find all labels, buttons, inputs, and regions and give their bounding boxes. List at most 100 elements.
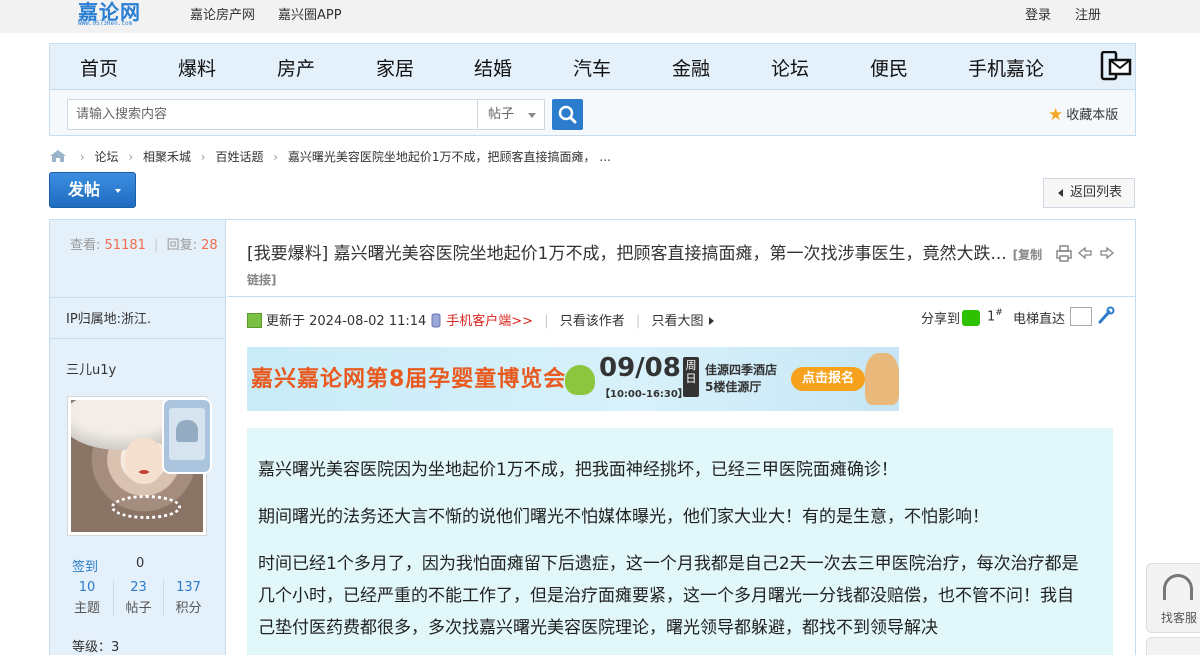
signin-link[interactable]: 签到: [72, 556, 98, 575]
favorite-board-link[interactable]: ★ 收藏本版: [1048, 104, 1118, 125]
mobile-mail-icon[interactable]: [1096, 51, 1132, 81]
thread-title-text: [我要爆料] 嘉兴曙光美容医院坐地起价1万不成，把顾客直接搞面瘫，第一次找涉事医…: [247, 244, 1007, 264]
star-icon: ★: [1048, 105, 1064, 125]
post-content: [我要爆料] 嘉兴曙光美容医院坐地起价1万不成，把顾客直接搞面瘫，第一次找涉事医…: [227, 220, 1135, 655]
register-link[interactable]: 注册: [1075, 4, 1101, 23]
search-bar: 帖子 ★收藏本版: [49, 89, 1136, 136]
dinosaur-icon: [565, 365, 595, 395]
meta-divider: |: [544, 314, 549, 329]
banner-venue: 佳源四季酒店: [705, 363, 778, 377]
stat-label: 主题: [73, 601, 100, 616]
search-input[interactable]: [67, 99, 477, 130]
views-count: 51181: [104, 238, 146, 253]
breadcrumb-board-group[interactable]: 相聚禾城: [143, 150, 191, 164]
replies-count: 28: [201, 238, 218, 253]
nav-item-house[interactable]: 房产: [277, 54, 315, 81]
nav-item-news[interactable]: 爆料: [178, 54, 216, 81]
author-username[interactable]: 三儿u1y: [66, 359, 116, 378]
stats-divider: |: [154, 238, 159, 253]
new-post-button[interactable]: 发帖: [49, 172, 136, 208]
floating-tool-button[interactable]: [1146, 637, 1200, 655]
nav-item-services[interactable]: 便民: [870, 54, 908, 81]
banner-signup-button[interactable]: 点击报名: [791, 367, 865, 391]
user-level: 等级：3: [72, 640, 120, 655]
home-icon[interactable]: [50, 150, 66, 162]
signin-count: 0: [136, 556, 145, 571]
breadcrumb-separator: ›: [79, 150, 85, 164]
print-icon[interactable]: [1056, 245, 1072, 262]
chevron-down-icon: [115, 189, 121, 193]
breadcrumb-separator: ›: [273, 150, 279, 164]
replies-label: 回复:: [166, 238, 197, 253]
login-link[interactable]: 登录: [1025, 4, 1051, 23]
author-sidebar: 查看: 51181 | 回复: 28 IP归属地:浙江. 三儿u1y 签到 0 …: [50, 220, 226, 655]
nav-item-home[interactable]: 首页: [80, 54, 118, 81]
customer-service-button[interactable]: 找客服: [1146, 563, 1200, 633]
stat-value: 23: [130, 580, 147, 595]
post-paragraph: 时间已经1个多月了，因为我怕面瘫留下后遗症，这一个月我都是自己2天一次去三甲医院…: [258, 554, 1079, 638]
next-thread-icon[interactable]: [1100, 246, 1115, 260]
stat-posts[interactable]: 23 帖子: [113, 580, 163, 616]
prev-thread-icon[interactable]: [1077, 246, 1092, 260]
nav-item-finance[interactable]: 金融: [672, 54, 710, 81]
views-label: 查看:: [70, 238, 101, 253]
expo-banner[interactable]: 嘉兴嘉论网第8届孕婴童博览会 09/08 【10:00-16:30】 周日 佳源…: [247, 347, 899, 411]
breadcrumb-board[interactable]: 百姓话题: [215, 150, 263, 164]
back-to-list-button[interactable]: 返回列表: [1043, 178, 1135, 208]
floor-suffix: #: [995, 308, 1003, 318]
arrow-left-icon: [1058, 189, 1063, 197]
search-scope-select[interactable]: 帖子: [477, 99, 545, 130]
search-button[interactable]: [552, 99, 583, 130]
play-icon: [709, 317, 715, 325]
banner-title: 嘉兴嘉论网第8届孕婴童博览会: [251, 367, 567, 392]
main-nav: 首页 爆料 房产 家居 结婚 汽车 金融 论坛 便民 手机嘉论: [49, 43, 1136, 89]
nav-item-wedding[interactable]: 结婚: [474, 54, 512, 81]
mobile-icon: [431, 313, 441, 328]
site-logo[interactable]: 嘉论网 WWW.0573Ren.com: [74, 0, 154, 30]
thread-title: [我要爆料] 嘉兴曙光美容医院坐地起价1万不成，把顾客直接搞面瘫，第一次找涉事医…: [247, 242, 1047, 292]
mobile-client-link[interactable]: 手机客户端>>: [446, 314, 533, 329]
stat-topics[interactable]: 10 主题: [62, 580, 112, 616]
floor-jump-input[interactable]: [1070, 307, 1092, 326]
top-bar: 嘉论网 WWW.0573Ren.com 嘉论房产网 嘉兴圈APP 登录 注册: [0, 0, 1200, 33]
search-icon: [558, 105, 577, 124]
stat-value: 137: [176, 580, 201, 595]
chevron-down-icon: [528, 113, 536, 118]
new-post-label: 发帖: [68, 180, 101, 199]
banner-date: 09/08: [599, 353, 681, 383]
wechat-icon[interactable]: [962, 310, 981, 326]
stat-label: 帖子: [125, 601, 152, 616]
wrench-icon[interactable]: [1097, 306, 1115, 324]
thread-tools: [1056, 245, 1115, 262]
baby-illustration: [865, 353, 899, 405]
thread-stats: 查看: 51181 | 回复: 28: [70, 234, 218, 253]
big-images-link[interactable]: 只看大图: [651, 314, 703, 329]
divider: [50, 338, 226, 339]
floor-number[interactable]: 1#: [987, 308, 1003, 324]
post-body: 嘉兴曙光美容医院因为坐地起价1万不成，把我面神经挑坏，已经三甲医院面瘫确诊！ 期…: [247, 428, 1113, 655]
post-updated-time: 更新于 2024-08-02 11:14: [266, 314, 427, 329]
online-status-icon: [247, 313, 262, 328]
stat-points[interactable]: 137 积分: [163, 580, 213, 616]
banner-venue-hall: 5楼佳源厅: [705, 380, 762, 394]
stat-value: 10: [78, 580, 96, 595]
nav-item-home-decor[interactable]: 家居: [376, 54, 414, 81]
breadcrumb-forum[interactable]: 论坛: [94, 150, 118, 164]
breadcrumb-separator: ›: [200, 150, 206, 164]
headset-icon: [1163, 574, 1193, 600]
nav-item-forum[interactable]: 论坛: [771, 54, 809, 81]
post-paragraph: 期间曙光的法务还大言不惭的说他们曙光不怕媒体曝光，他们家大业大！有的是生意，不怕…: [258, 507, 989, 527]
share-label: 分享到: [921, 312, 961, 327]
top-link-app[interactable]: 嘉兴圈APP: [278, 4, 342, 23]
only-author-link[interactable]: 只看该作者: [560, 314, 625, 329]
ip-location: IP归属地:浙江.: [66, 312, 152, 327]
nav-item-mobile[interactable]: 手机嘉论: [968, 54, 1044, 81]
banner-time: 【10:00-16:30】: [600, 389, 688, 400]
elevator-label: 电梯直达: [1013, 312, 1066, 327]
nav-item-car[interactable]: 汽车: [573, 54, 611, 81]
banner-day: 周日: [683, 357, 699, 397]
breadcrumb-thread[interactable]: 嘉兴曙光美容医院坐地起价1万不成，把顾客直接搞面瘫， ...: [288, 150, 611, 164]
share[interactable]: 分享到: [921, 308, 981, 327]
post-paragraph: 嘉兴曙光美容医院因为坐地起价1万不成，把我面神经挑坏，已经三甲医院面瘫确诊！: [258, 460, 898, 480]
top-link-house[interactable]: 嘉论房产网: [190, 4, 255, 23]
